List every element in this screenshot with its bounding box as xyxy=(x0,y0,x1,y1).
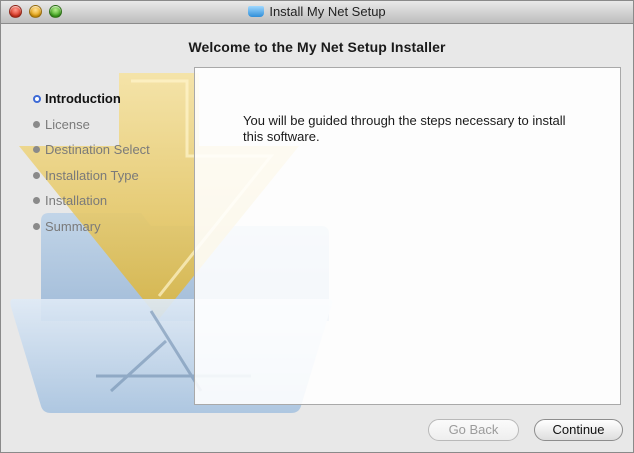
step-summary: Summary xyxy=(33,219,150,245)
step-dot-icon xyxy=(33,197,40,204)
title-bar[interactable]: Install My Net Setup xyxy=(1,1,633,24)
step-label: Introduction xyxy=(45,91,121,106)
installer-window: Install My Net Setup Welcome to the My N… xyxy=(0,0,634,453)
step-label: License xyxy=(45,116,90,132)
window-title: Install My Net Setup xyxy=(269,4,386,19)
step-label: Destination Select xyxy=(45,142,150,157)
step-installation-type: Installation Type xyxy=(33,168,150,194)
step-label: Installation Type xyxy=(45,167,139,183)
step-introduction: Introduction xyxy=(33,91,150,117)
page-heading: Welcome to the My Net Setup Installer xyxy=(188,39,446,55)
step-installation: Installation xyxy=(33,193,150,219)
continue-button[interactable]: Continue xyxy=(534,419,623,441)
go-back-button[interactable]: Go Back xyxy=(428,419,519,441)
window-title-wrap: Install My Net Setup xyxy=(1,4,633,19)
welcome-message: You will be guided through the steps nec… xyxy=(243,113,566,144)
step-dot-icon xyxy=(33,222,40,230)
content-pane: You will be guided through the steps nec… xyxy=(194,67,621,405)
active-step-icon xyxy=(33,95,41,103)
installer-steps-list: Introduction License Destination Select … xyxy=(33,91,150,244)
step-label: Summary xyxy=(45,218,101,234)
step-label: Installation xyxy=(45,193,108,208)
installer-package-icon xyxy=(248,6,265,17)
step-dot-icon xyxy=(33,171,40,179)
step-dot-icon xyxy=(33,146,40,153)
step-dot-icon xyxy=(33,120,40,128)
step-destination-select: Destination Select xyxy=(33,142,150,168)
step-license: License xyxy=(33,117,150,143)
